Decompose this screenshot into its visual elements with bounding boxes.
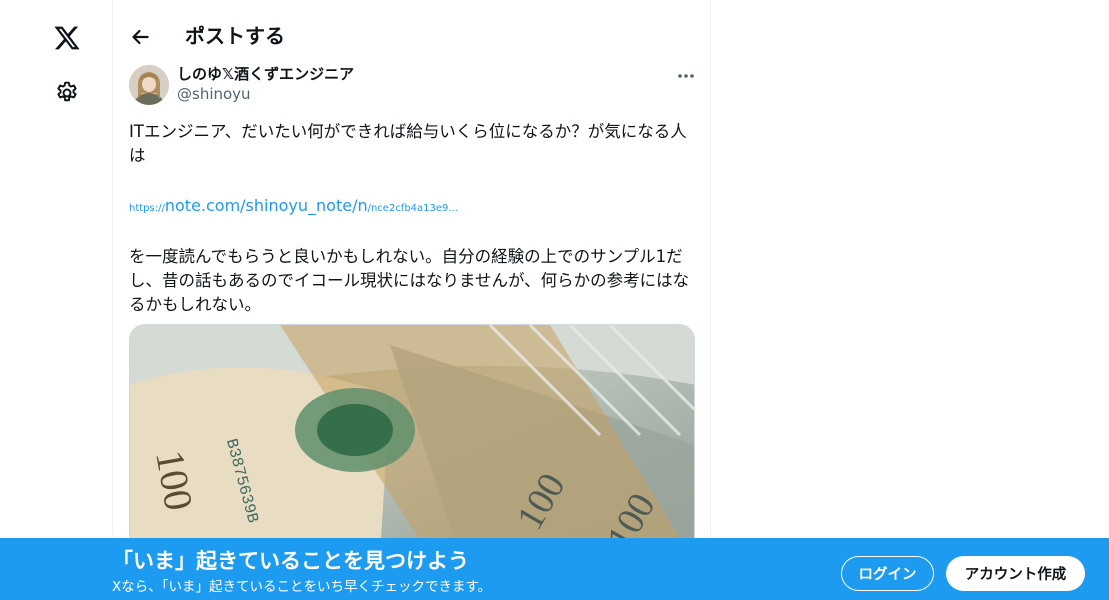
avatar-image [129, 65, 169, 105]
author-name[interactable]: しのゆ𝕏酒くずエンジニア [177, 64, 354, 84]
login-button[interactable]: ログイン [841, 556, 934, 591]
post-link[interactable]: https://note.com/shinoyu_note/n/nce2cfb4… [129, 196, 458, 215]
post-media[interactable]: 100 B3875639B 100 100 [129, 324, 695, 554]
banner-subtitle: Xなら、「いま」起きていることをいち早くチェックできます。 [112, 579, 492, 595]
post-text-body: を一度読んでもらうと良いかもしれない。自分の経験の上でのサンプル1だし、昔の話も… [129, 247, 690, 314]
gear-icon[interactable] [54, 80, 80, 106]
ellipsis-icon[interactable] [673, 66, 699, 86]
left-nav [0, 0, 112, 600]
author-handle[interactable]: @shinoyu [177, 84, 354, 104]
signup-banner: 「いま」起きていることを見つけよう Xなら、「いま」起きていることをいち早くチェ… [0, 538, 1109, 600]
post-link-prefix: https:// [129, 203, 165, 214]
post-text: ITエンジニア、だいたい何ができれば給与いくら位になるか？が気になる人は htt… [129, 120, 697, 317]
banner-title: 「いま」起きていることを見つけよう [112, 549, 469, 573]
post-author: しのゆ𝕏酒くずエンジニア @shinoyu [177, 64, 354, 104]
arrow-left-icon[interactable] [127, 24, 153, 50]
create-account-button[interactable]: アカウント作成 [946, 556, 1085, 591]
post-header: ポストする [113, 0, 710, 70]
main-column: ポストする しのゆ𝕏酒くずエンジニア @shinoyu ITエンジニア、だいたい… [112, 0, 711, 600]
post-link-suffix: /nce2cfb4a13e9... [367, 203, 458, 214]
post-text-intro: ITエンジニア、だいたい何ができれば給与いくら位になるか？が気になる人は [129, 122, 687, 165]
banknote-image: 100 B3875639B 100 100 [130, 325, 694, 553]
post-link-main: note.com/shinoyu_note/n [164, 196, 368, 215]
x-logo-icon[interactable] [52, 24, 82, 52]
page-title: ポストする [185, 24, 285, 48]
avatar[interactable] [129, 65, 169, 105]
